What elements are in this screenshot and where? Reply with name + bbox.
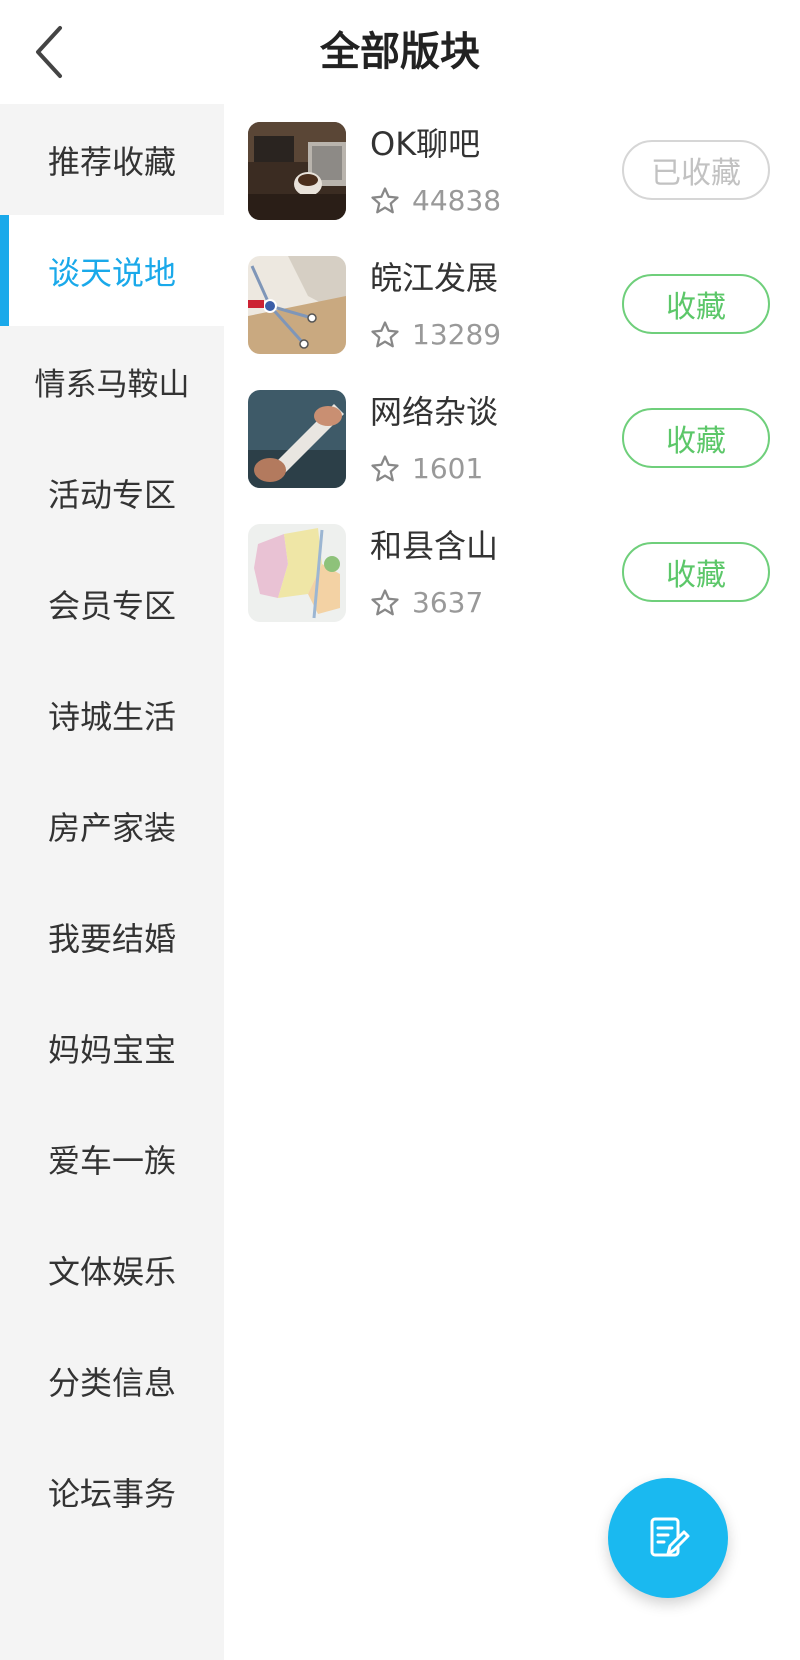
sidebar-item-city-life[interactable]: 诗城生活 (0, 659, 224, 770)
forum-name: OK聊吧 (370, 125, 481, 163)
edit-post-icon (650, 1517, 690, 1557)
forum-thumbnail (248, 524, 346, 622)
forum-name: 网络杂谈 (370, 393, 499, 431)
sidebar-item-parenting[interactable]: 妈妈宝宝 (0, 992, 224, 1103)
sidebar-item-classifieds[interactable]: 分类信息 (0, 1325, 224, 1436)
header: 全部版块 (0, 0, 800, 104)
sidebar-item-wedding[interactable]: 我要结婚 (0, 881, 224, 992)
sidebar-item-maanshan[interactable]: 情系马鞍山 (0, 326, 224, 437)
forum-thumbnail (248, 122, 346, 220)
sidebar-item-chat[interactable]: 谈天说地 (0, 215, 224, 326)
collect-button[interactable]: 收藏 (622, 274, 770, 334)
page-title: 全部版块 (320, 29, 480, 75)
star-icon (371, 320, 399, 347)
list-item[interactable]: 和县含山 3637 收藏 (224, 506, 800, 640)
sidebar-item-recommended[interactable]: 推荐收藏 (0, 104, 224, 215)
collected-button[interactable]: 已收藏 (622, 140, 770, 200)
sidebar: 推荐收藏 谈天说地 情系马鞍山 活动专区 会员专区 诗城生活 房产家装 我要结婚… (0, 104, 224, 1660)
collect-button[interactable]: 收藏 (622, 542, 770, 602)
forum-list: OK聊吧 44838 已收藏 皖江发展 13289 收藏 网络杂谈 1601 收… (224, 104, 800, 640)
favorite-count: 3637 (412, 586, 484, 619)
list-item[interactable]: 网络杂谈 1601 收藏 (224, 372, 800, 506)
sidebar-item-members[interactable]: 会员专区 (0, 548, 224, 659)
sidebar-item-forum-affairs[interactable]: 论坛事务 (0, 1436, 224, 1547)
favorite-count: 1601 (412, 452, 484, 485)
favorite-count: 13289 (412, 318, 502, 351)
collect-button[interactable]: 收藏 (622, 408, 770, 468)
forum-stats: 44838 (370, 184, 501, 217)
star-icon (371, 186, 399, 213)
forum-name: 和县含山 (370, 527, 499, 565)
forum-name: 皖江发展 (370, 259, 499, 297)
star-icon (371, 454, 399, 481)
list-item[interactable]: OK聊吧 44838 已收藏 (224, 104, 800, 238)
star-icon (371, 588, 399, 615)
forum-thumbnail (248, 256, 346, 354)
sidebar-item-entertainment[interactable]: 文体娱乐 (0, 1214, 224, 1325)
favorite-count: 44838 (412, 184, 502, 217)
sidebar-item-cars[interactable]: 爱车一族 (0, 1103, 224, 1214)
forum-thumbnail (248, 390, 346, 488)
forum-stats: 13289 (370, 318, 501, 351)
new-post-button[interactable] (608, 1478, 728, 1598)
list-item[interactable]: 皖江发展 13289 收藏 (224, 238, 800, 372)
sidebar-item-housing[interactable]: 房产家装 (0, 770, 224, 881)
forum-stats: 3637 (370, 586, 483, 619)
forum-stats: 1601 (370, 452, 483, 485)
sidebar-item-events[interactable]: 活动专区 (0, 437, 224, 548)
